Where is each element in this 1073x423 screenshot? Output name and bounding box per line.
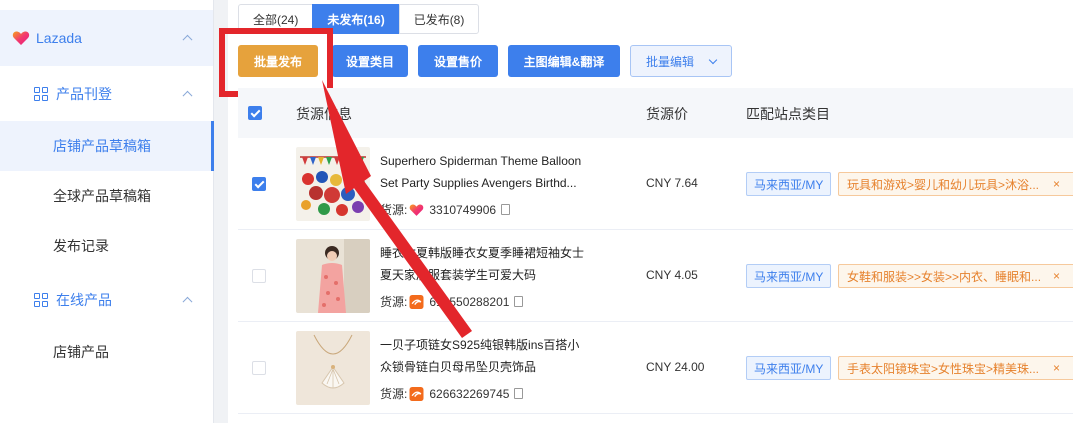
close-icon[interactable]: × (1053, 269, 1060, 283)
sidebar-item-global-draft[interactable]: 全球产品草稿箱 (0, 171, 213, 221)
chevron-up-icon[interactable] (182, 90, 193, 101)
bulk-edit-dropdown[interactable]: 批量编辑 (630, 45, 732, 77)
sidebar: Lazada 产品刊登 店铺产品草稿箱 全球产品草稿箱 发布记录 在线产品 店铺… (0, 0, 214, 423)
product-title-line: Superhero Spiderman Theme Balloon (380, 154, 582, 168)
chevron-up-icon[interactable] (182, 34, 193, 45)
copy-icon[interactable] (514, 388, 524, 399)
select-all-checkbox[interactable] (248, 106, 262, 120)
source-info: 货源: 626632269745 (380, 385, 524, 402)
category-tag[interactable]: 玩具和游戏>婴儿和幼儿玩具>沐浴... × (838, 172, 1073, 196)
chevron-up-icon[interactable] (182, 296, 193, 307)
source-id: 3310749906 (429, 202, 497, 217)
site-tag: 马来西亚/MY (746, 264, 832, 288)
highlight-annotation-box (219, 28, 333, 97)
1688-icon (409, 386, 424, 401)
sidebar-item-store-products[interactable]: 店铺产品 (0, 327, 213, 377)
category-tag[interactable]: 手表太阳镜珠宝>女性珠宝>精美珠... × (838, 356, 1073, 380)
set-category-button[interactable]: 设置类目 (332, 45, 408, 77)
sidebar-item-label: 全球产品草稿箱 (53, 188, 151, 204)
copy-icon[interactable] (514, 296, 524, 307)
sidebar-item-label: 发布记录 (53, 238, 109, 254)
row-checkbox[interactable] (252, 361, 266, 375)
table-row: Superhero Spiderman Theme Balloon Set Pa… (238, 138, 1073, 230)
product-title-line: Set Party Supplies Avengers Birthd... (380, 176, 577, 190)
source-info: 货源: 3310749906 (380, 201, 511, 218)
set-price-button[interactable]: 设置售价 (418, 45, 498, 77)
category-text: 女鞋和服装>>女装>>内衣、睡眠和... (847, 269, 1042, 284)
source-label: 货源: (380, 387, 408, 401)
table-header: 货源信息 货源价 匹配站点类目 (238, 88, 1073, 138)
sidebar-item-store-draft[interactable]: 店铺产品草稿箱 (0, 121, 214, 171)
site-tag: 马来西亚/MY (746, 172, 832, 196)
header-source-info: 货源信息 (296, 106, 352, 122)
product-title-line: 睡衣女夏韩版睡衣女夏季睡裙短袖女士 (380, 246, 585, 260)
close-icon[interactable]: × (1053, 361, 1060, 375)
source-label: 货源: (380, 203, 408, 217)
source-id: 614550288201 (429, 294, 510, 309)
source-price: CNY 7.64 (646, 176, 698, 190)
lazada-heart-icon (410, 204, 424, 216)
sidebar-group-label: 在线产品 (56, 292, 112, 308)
bulk-edit-label: 批量编辑 (645, 54, 694, 69)
sidebar-platform-label: Lazada (36, 30, 82, 46)
product-thumbnail[interactable] (296, 331, 370, 405)
main-panel: 全部(24) 未发布(16) 已发布(8) 批量发布 设置类目 设置售价 主图编… (219, 0, 1073, 423)
category-text: 玩具和游戏>婴儿和幼儿玩具>沐浴... (847, 177, 1040, 192)
source-price: CNY 24.00 (646, 360, 705, 374)
sidebar-item-label: 店铺产品草稿箱 (53, 138, 151, 154)
grid-icon (34, 87, 48, 101)
product-thumbnail[interactable] (296, 147, 370, 221)
product-title[interactable]: 睡衣女夏韩版睡衣女夏季睡裙短袖女士 夏天家居服套装学生可爱大码 (380, 242, 610, 286)
sidebar-item-publish-log[interactable]: 发布记录 (0, 221, 213, 271)
sidebar-item-label: 店铺产品 (53, 344, 109, 360)
header-source-price: 货源价 (646, 106, 688, 122)
header-site-category: 匹配站点类目 (746, 106, 830, 122)
source-label: 货源: (380, 295, 408, 309)
site-tag: 马来西亚/MY (746, 356, 832, 380)
main-image-edit-button[interactable]: 主图编辑&翻译 (508, 45, 620, 77)
source-price: CNY 4.05 (646, 268, 698, 282)
tab-published[interactable]: 已发布(8) (398, 4, 480, 34)
sidebar-group-online-products[interactable]: 在线产品 (0, 272, 213, 328)
product-title-line: 一贝子项链女S925纯银韩版ins百搭小 (380, 338, 580, 352)
product-title[interactable]: Superhero Spiderman Theme Balloon Set Pa… (380, 150, 610, 194)
close-icon[interactable]: × (1053, 177, 1060, 191)
product-title[interactable]: 一贝子项链女S925纯银韩版ins百搭小 众锁骨链白贝母吊坠贝壳饰品 (380, 334, 610, 378)
product-thumbnail[interactable] (296, 239, 370, 313)
sidebar-group-product-listing[interactable]: 产品刊登 (0, 66, 213, 122)
row-checkbox[interactable] (252, 177, 266, 191)
1688-icon (409, 294, 424, 309)
table-row: 睡衣女夏韩版睡衣女夏季睡裙短袖女士 夏天家居服套装学生可爱大码 货源: 6145… (238, 230, 1073, 322)
chevron-down-icon (708, 55, 718, 64)
sidebar-group-label: 产品刊登 (56, 86, 112, 102)
product-title-line: 夏天家居服套装学生可爱大码 (380, 268, 537, 282)
source-info: 货源: 614550288201 (380, 293, 524, 310)
category-text: 手表太阳镜珠宝>女性珠宝>精美珠... (847, 361, 1040, 376)
copy-icon[interactable] (501, 204, 511, 215)
category-tag[interactable]: 女鞋和服装>>女装>>内衣、睡眠和... × (838, 264, 1073, 288)
lazada-heart-icon (12, 31, 30, 45)
sidebar-platform-lazada[interactable]: Lazada (0, 10, 213, 66)
row-checkbox[interactable] (252, 269, 266, 283)
product-title-line: 众锁骨链白贝母吊坠贝壳饰品 (380, 360, 537, 374)
source-id: 626632269745 (429, 386, 510, 401)
grid-icon (34, 293, 48, 307)
table-row: 一贝子项链女S925纯银韩版ins百搭小 众锁骨链白贝母吊坠贝壳饰品 货源: 6… (238, 322, 1073, 414)
